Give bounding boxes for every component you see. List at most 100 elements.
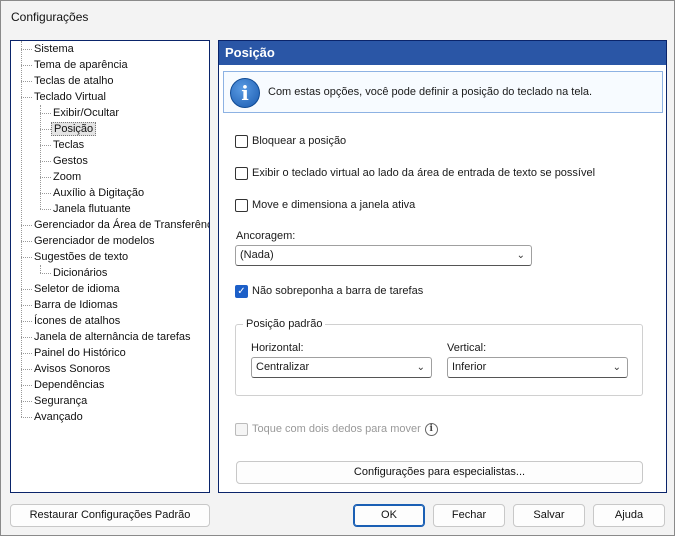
checkbox-box[interactable] <box>235 166 248 180</box>
tree-item[interactable]: Ícones de atalhos <box>32 313 122 329</box>
tree-item-label: Ícones de atalhos <box>34 315 121 327</box>
tree-item[interactable]: Zoom <box>51 169 83 185</box>
tree-item-label: Teclas <box>53 139 85 151</box>
tree-item[interactable]: Gerenciador da Área de Transferência <box>32 217 210 233</box>
tree-connector <box>21 241 32 242</box>
tree-item[interactable]: Avisos Sonoros <box>32 361 112 377</box>
tree-connector <box>40 145 51 146</box>
tree-connector <box>21 41 22 417</box>
tree-item-label: Seletor de idioma <box>34 283 120 295</box>
tree-item[interactable]: Janela flutuante <box>51 201 133 217</box>
settings-tree[interactable]: Sistema Tema de aparência Teclas de atalho… <box>10 40 210 493</box>
tree-connector <box>40 265 41 273</box>
tree-item[interactable]: Barra de Idiomas <box>32 297 120 313</box>
panel-title: Posição <box>219 41 666 65</box>
tree-item-label: Posição <box>51 122 97 136</box>
settings-panel: Posição i Com estas opções, você pode de… <box>218 40 667 493</box>
tree-item-label: Sistema <box>34 43 74 55</box>
tree-item[interactable]: Teclas <box>51 137 86 153</box>
tree-connector <box>40 161 51 162</box>
chevron-down-icon: ⌄ <box>612 362 621 373</box>
tree-connector <box>21 257 32 258</box>
checkbox-box[interactable] <box>235 422 248 436</box>
tree-item-label: Gerenciador de modelos <box>34 235 155 247</box>
info-text: Com estas opções, você pode definir a po… <box>268 86 593 98</box>
tree-item-label: Gestos <box>53 155 88 167</box>
restore-defaults-button[interactable]: Restaurar Configurações Padrão <box>10 504 210 527</box>
tree-item-label: Tema de aparência <box>34 59 128 71</box>
chevron-down-icon: ⌄ <box>516 250 525 261</box>
no-overlap-taskbar-checkbox[interactable]: ✓ Não sobreponha a barra de tarefas <box>235 284 423 300</box>
tree-item[interactable]: Janela de alternância de tarefas <box>32 329 193 345</box>
tree-item-label: Janela flutuante <box>53 203 131 215</box>
checkmark-icon[interactable]: ✓ <box>235 284 248 298</box>
anchoring-label: Ancoragem: <box>236 230 296 242</box>
vertical-select[interactable]: Inferior ⌄ <box>447 357 628 378</box>
help-icon[interactable]: i <box>424 422 438 436</box>
tree-connector <box>40 177 51 178</box>
tree-item[interactable]: Auxílio à Digitação <box>51 185 146 201</box>
tree-item[interactable]: Exibir/Ocultar <box>51 105 121 121</box>
tree-item-label: Dependências <box>34 379 105 391</box>
checkbox-box[interactable] <box>235 134 248 148</box>
tree-item-label: Teclado Virtual <box>34 91 106 103</box>
tree-connector <box>40 113 51 114</box>
tree-connector <box>21 97 32 98</box>
tree-item[interactable]: Tema de aparência <box>32 57 130 73</box>
tree-item-label: Barra de Idiomas <box>34 299 118 311</box>
tree-item[interactable]: Dependências <box>32 377 106 393</box>
tree-item-label: Avançado <box>34 411 83 423</box>
tree-item[interactable]: Posição <box>51 121 97 137</box>
tree-connector <box>21 305 32 306</box>
tree-item-label: Gerenciador da Área de Transferência <box>34 219 210 231</box>
tree-item[interactable]: Sugestões de texto <box>32 249 130 265</box>
horizontal-select[interactable]: Centralizar ⌄ <box>251 357 432 378</box>
tree-item-label: Dicionários <box>53 267 108 279</box>
tree-item-label: Janela de alternância de tarefas <box>34 331 191 343</box>
tree-connector <box>21 65 32 66</box>
move-resize-active-checkbox[interactable]: Move e dimensiona a janela ativa <box>235 198 415 214</box>
info-box: i Com estas opções, você pode definir a … <box>223 71 663 113</box>
tree-connector <box>40 193 51 194</box>
lock-position-checkbox[interactable]: Bloquear a posição <box>235 134 346 150</box>
tree-connector <box>21 337 32 338</box>
tree-item-label: Zoom <box>53 171 82 183</box>
two-finger-move-checkbox[interactable]: Toque com dois dedos para mover i <box>235 422 438 438</box>
help-button[interactable]: Ajuda <box>593 504 665 527</box>
tree-item[interactable]: Gestos <box>51 153 90 169</box>
chevron-down-icon: ⌄ <box>416 362 425 373</box>
tree-item[interactable]: Sistema <box>32 41 76 57</box>
expert-settings-button[interactable]: Configurações para especialistas... <box>236 461 643 484</box>
checkbox-box[interactable] <box>235 198 248 212</box>
close-button[interactable]: Fechar <box>433 504 505 527</box>
horizontal-label: Horizontal: <box>251 342 304 354</box>
save-button[interactable]: Salvar <box>513 504 585 527</box>
anchoring-select[interactable]: (Nada) ⌄ <box>235 245 532 266</box>
tree-connector <box>21 401 32 402</box>
tree-item[interactable]: Gerenciador de modelos <box>32 233 156 249</box>
tree-item[interactable]: Segurança <box>32 393 89 409</box>
tree-item[interactable]: Teclas de atalho <box>32 73 116 89</box>
tree-item[interactable]: Painel do Histórico <box>32 345 128 361</box>
info-icon: i <box>230 78 260 108</box>
vertical-label: Vertical: <box>447 342 487 354</box>
tree-connector <box>21 289 32 290</box>
tree-item-label: Avisos Sonoros <box>34 363 111 375</box>
tree-item-label: Exibir/Ocultar <box>53 107 120 119</box>
tree-item-label: Segurança <box>34 395 88 407</box>
tree-connector <box>21 353 32 354</box>
show-beside-input-checkbox[interactable]: Exibir o teclado virtual ao lado da área… <box>235 166 595 182</box>
tree-item[interactable]: Avançado <box>32 409 85 425</box>
tree-item-label: Sugestões de texto <box>34 251 129 263</box>
tree-connector <box>40 105 41 209</box>
tree-item[interactable]: Seletor de idioma <box>32 281 122 297</box>
tree-connector <box>40 273 51 274</box>
tree-item[interactable]: Dicionários <box>51 265 109 281</box>
ok-button[interactable]: OK <box>353 504 425 527</box>
tree-connector <box>21 385 32 386</box>
tree-item-label: Painel do Histórico <box>34 347 126 359</box>
tree-connector <box>21 49 32 50</box>
tree-connector <box>21 225 32 226</box>
tree-item[interactable]: Teclado Virtual <box>32 89 108 105</box>
tree-connector <box>21 81 32 82</box>
